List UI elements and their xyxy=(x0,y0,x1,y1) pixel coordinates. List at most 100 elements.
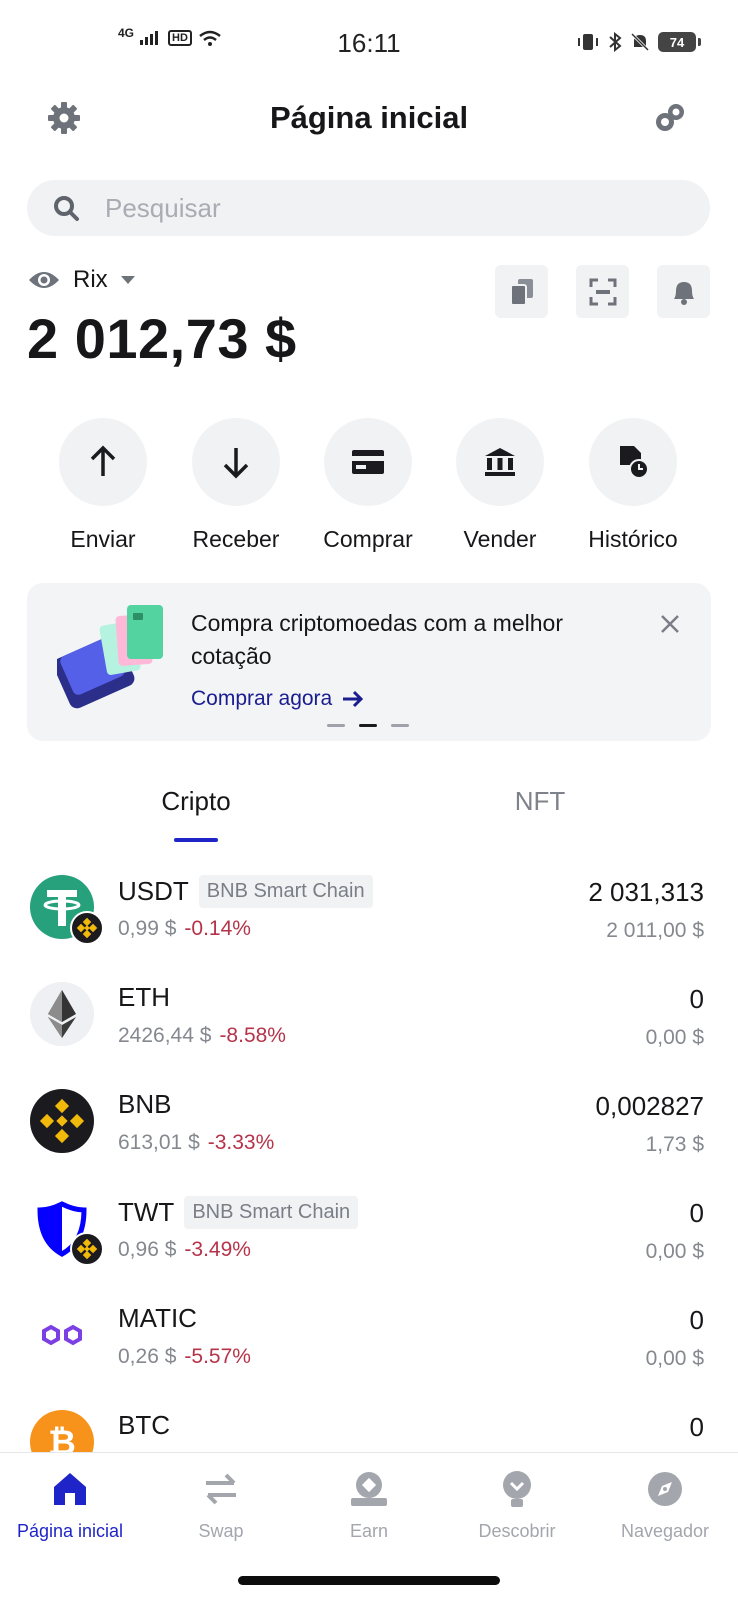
carousel-dot[interactable] xyxy=(391,724,409,727)
asset-fiat-value: 0,00 $ xyxy=(645,1026,704,1049)
bnb-chain-badge xyxy=(70,1232,104,1266)
asset-quantity: 2 031,313 xyxy=(588,877,704,907)
asset-price-row: 2426,44 $ -8.58% xyxy=(118,1024,286,1048)
status-icons: 74 xyxy=(576,32,701,52)
wallet-tools xyxy=(495,265,710,318)
asset-fiat-value: 0,00 $ xyxy=(645,1347,704,1370)
wallet-name[interactable]: Rix xyxy=(73,266,108,294)
asset-name-row: TWT BNB Smart Chain xyxy=(118,1196,359,1229)
walletconnect-button[interactable] xyxy=(648,96,692,140)
asset-price-row: 0,99 $ -0.14% xyxy=(118,917,251,941)
bluetooth-icon xyxy=(609,32,622,52)
matic-icon xyxy=(42,1324,82,1346)
asset-price: 2426,44 $ xyxy=(118,1024,212,1047)
asset-row-twt[interactable]: TWT BNB Smart Chain 0,96 $ -3.49% 0 0,00… xyxy=(0,1186,738,1286)
asset-price-row: 0,26 $ -5.57% xyxy=(118,1345,251,1369)
battery-icon: 74 xyxy=(658,32,701,52)
chain-tag: BNB Smart Chain xyxy=(198,875,373,908)
arrow-down-icon xyxy=(223,448,249,479)
carousel-dot[interactable] xyxy=(327,724,345,727)
asset-tabs: Cripto NFT xyxy=(0,786,738,846)
nav-earn[interactable]: Earn xyxy=(295,1467,443,1542)
carousel-dot-active[interactable] xyxy=(359,724,377,727)
asset-name-row: USDT BNB Smart Chain xyxy=(118,875,373,908)
buy-circle[interactable] xyxy=(324,418,412,506)
receive-button[interactable]: Receber xyxy=(171,418,301,553)
asset-row-eth[interactable]: ETH 2426,44 $ -8.58% 0 0,00 $ xyxy=(0,972,738,1072)
send-label: Enviar xyxy=(70,526,136,552)
wallet-balance: 2 012,73 $ xyxy=(27,307,297,370)
asset-row-usdt[interactable]: USDT BNB Smart Chain 0,99 $ -0.14% 2 031… xyxy=(0,865,738,965)
asset-price: 613,01 $ xyxy=(118,1131,200,1154)
asset-price: 0,99 $ xyxy=(118,917,177,940)
bank-icon xyxy=(485,448,515,476)
asset-quantity: 0 xyxy=(689,1305,704,1335)
buy-button[interactable]: Comprar xyxy=(303,418,433,553)
bnb-icon xyxy=(76,1238,98,1260)
wallet-selector[interactable]: Rix xyxy=(27,266,136,294)
tab-crypto[interactable]: Cripto xyxy=(96,786,296,817)
status-bar: 4G HD 16:11 74 xyxy=(0,0,738,90)
carousel-dots xyxy=(327,724,409,727)
send-button[interactable]: Enviar xyxy=(38,418,168,553)
bnb-icon xyxy=(76,917,98,939)
asset-change: -0.14% xyxy=(184,917,251,940)
asset-name-row: BNB xyxy=(118,1089,171,1120)
nav-swap[interactable]: Swap xyxy=(147,1467,295,1542)
asset-change: -3.33% xyxy=(207,1131,275,1154)
arrow-right-icon[interactable] xyxy=(342,690,364,708)
asset-row-matic[interactable]: MATIC 0,26 $ -5.57% 0 0,00 $ xyxy=(0,1293,738,1393)
scan-icon xyxy=(589,278,616,305)
buy-label: Comprar xyxy=(323,526,413,552)
notifications-button[interactable] xyxy=(657,265,710,318)
asset-change: -3.49% xyxy=(184,1238,251,1261)
receive-circle[interactable] xyxy=(192,418,280,506)
tab-nft[interactable]: NFT xyxy=(440,786,640,817)
asset-symbol: ETH xyxy=(118,982,170,1012)
close-icon xyxy=(661,615,679,633)
page-title: Página inicial xyxy=(269,100,469,135)
send-circle[interactable] xyxy=(59,418,147,506)
sell-button[interactable]: Vender xyxy=(435,418,565,553)
history-circle[interactable] xyxy=(589,418,677,506)
asset-quantity: 0,002827 xyxy=(595,1091,704,1121)
mute-icon xyxy=(630,32,650,52)
asset-price-row: 613,01 $ -3.33% xyxy=(118,1131,274,1155)
promo-link[interactable]: Comprar agora xyxy=(191,687,364,711)
header: Página inicial xyxy=(0,88,738,148)
eye-icon[interactable] xyxy=(27,268,61,292)
link-icon xyxy=(656,104,684,131)
asset-name-row: ETH xyxy=(118,982,170,1013)
nav-browser-label: Navegador xyxy=(620,1521,710,1541)
history-icon xyxy=(620,446,649,479)
asset-symbol: BNB xyxy=(118,1089,172,1119)
scan-button[interactable] xyxy=(576,265,629,318)
promo-banner[interactable]: Compra criptomoedas com a melhor cotação… xyxy=(27,583,711,741)
copy-icon xyxy=(509,278,533,306)
promo-link-label[interactable]: Comprar agora xyxy=(191,687,332,711)
search-icon xyxy=(51,193,81,223)
asset-quantity: 0 xyxy=(689,1412,704,1442)
asset-price-row: 0,96 $ -3.49% xyxy=(118,1238,251,1262)
chain-tag: BNB Smart Chain xyxy=(184,1196,359,1229)
nav-browser[interactable]: Navegador xyxy=(591,1467,738,1542)
search-input[interactable] xyxy=(105,192,665,224)
bulb-icon xyxy=(495,1467,539,1511)
asset-quantity: 0 xyxy=(689,1198,704,1228)
search-bar[interactable] xyxy=(27,180,710,236)
asset-row-bnb[interactable]: BNB 613,01 $ -3.33% 0,002827 1,73 $ xyxy=(0,1079,738,1179)
caret-down-icon[interactable] xyxy=(120,275,136,285)
asset-symbol: MATIC xyxy=(118,1303,197,1333)
copy-button[interactable] xyxy=(495,265,548,318)
asset-price: 0,26 $ xyxy=(118,1345,177,1368)
history-button[interactable]: Histórico xyxy=(568,418,698,553)
nav-discover[interactable]: Descobrir xyxy=(443,1467,591,1542)
promo-close-button[interactable] xyxy=(657,611,683,637)
vibrate-icon xyxy=(578,34,598,50)
sell-circle[interactable] xyxy=(456,418,544,506)
nav-swap-label: Swap xyxy=(198,1521,244,1541)
nav-home[interactable]: Página inicial xyxy=(0,1467,144,1542)
nav-home-label: Página inicial xyxy=(16,1521,124,1541)
asset-symbol: USDT xyxy=(118,876,189,906)
asset-price: 0,96 $ xyxy=(118,1238,177,1261)
